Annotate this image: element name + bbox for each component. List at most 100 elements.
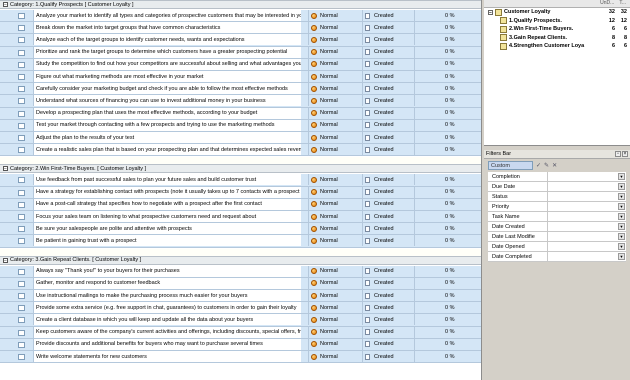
task-completion[interactable]: 0 %	[414, 71, 481, 82]
task-completion[interactable]: 0 %	[414, 83, 481, 95]
task-row[interactable]: Use instructional mailings to make the p…	[0, 290, 481, 303]
task-priority[interactable]: Normal	[308, 83, 362, 95]
tree-category-item[interactable]: 3.Gain Repeat Clients. 8 8	[484, 34, 630, 43]
filter-row[interactable]: Date Last Modifie ▼	[488, 232, 626, 242]
task-row[interactable]: Analyze each of the target groups to ide…	[0, 34, 481, 47]
task-priority[interactable]: Normal	[308, 144, 362, 156]
task-priority[interactable]: Normal	[308, 211, 362, 222]
task-priority[interactable]: Normal	[308, 198, 362, 210]
task-completion[interactable]: 0 %	[414, 107, 481, 119]
filter-row[interactable]: Date Completed ▼	[488, 252, 626, 262]
task-status[interactable]: Created	[362, 314, 414, 326]
task-completion[interactable]: 0 %	[414, 58, 481, 70]
task-row[interactable]: Figure out what marketing methods are mo…	[0, 71, 481, 84]
task-name[interactable]: Create a client database in which you wi…	[33, 314, 301, 326]
task-completion[interactable]: 0 %	[414, 302, 481, 314]
task-completion[interactable]: 0 %	[414, 211, 481, 222]
task-priority[interactable]: Normal	[308, 302, 362, 314]
dropdown-arrow-icon[interactable]: ▼	[618, 193, 625, 200]
task-checkbox[interactable]	[18, 293, 25, 299]
task-status[interactable]: Created	[362, 132, 414, 143]
task-name[interactable]: Analyze each of the target groups to ide…	[33, 34, 301, 46]
clear-filter-icon[interactable]: ✕	[552, 162, 557, 169]
task-name[interactable]: Adjust the plan to the results of your t…	[33, 132, 301, 143]
task-checkbox[interactable]	[18, 25, 25, 32]
task-row[interactable]: Always say "Thank you!" to your buyers f…	[0, 265, 481, 278]
task-checkbox[interactable]	[18, 226, 25, 233]
task-row[interactable]: Focus your sales team on listening to wh…	[0, 211, 481, 224]
task-completion[interactable]: 0 %	[414, 10, 481, 21]
task-status[interactable]: Created	[362, 10, 414, 21]
task-checkbox[interactable]	[18, 238, 25, 245]
task-name[interactable]: Gather, monitor and respond to customer …	[33, 277, 301, 289]
task-name[interactable]: Figure out what marketing methods are mo…	[33, 71, 301, 82]
task-priority[interactable]: Normal	[308, 265, 362, 277]
dropdown-arrow-icon[interactable]: ▼	[618, 253, 625, 260]
task-completion[interactable]: 0 %	[414, 314, 481, 326]
task-priority[interactable]: Normal	[308, 290, 362, 301]
task-name[interactable]: Understand what sources of financing you…	[33, 95, 301, 107]
task-name[interactable]: Provide some extra service (e.g. free su…	[33, 302, 301, 314]
close-icon[interactable]: ×	[622, 151, 628, 157]
task-completion[interactable]: 0 %	[414, 338, 481, 350]
task-name[interactable]: Have a post-call strategy that specifies…	[33, 198, 301, 210]
task-completion[interactable]: 0 %	[414, 326, 481, 338]
category-header[interactable]: − Category: 2.Win First-Time Buyers. [ Cu…	[0, 164, 481, 174]
task-completion[interactable]: 0 %	[414, 277, 481, 289]
task-row[interactable]: Study the competition to find out how yo…	[0, 58, 481, 71]
task-status[interactable]: Created	[362, 211, 414, 222]
task-row[interactable]: Be sure your salespeople are polite and …	[0, 223, 481, 236]
task-checkbox[interactable]	[18, 341, 25, 348]
task-checkbox[interactable]	[18, 135, 25, 141]
task-row[interactable]: Keep customers aware of the company's cu…	[0, 326, 481, 339]
task-name[interactable]: Develop a prospecting plan that uses the…	[33, 107, 301, 119]
task-status[interactable]: Created	[362, 83, 414, 95]
tree-col-total[interactable]: T...	[619, 0, 626, 7]
task-checkbox[interactable]	[18, 37, 25, 44]
task-status[interactable]: Created	[362, 71, 414, 82]
task-row[interactable]: Provide some extra service (e.g. free su…	[0, 302, 481, 315]
collapse-icon[interactable]: −	[3, 2, 8, 8]
task-row[interactable]: Be patient in gaining trust with a prosp…	[0, 235, 481, 248]
task-priority[interactable]: Normal	[308, 351, 362, 362]
task-checkbox[interactable]	[18, 86, 25, 93]
task-completion[interactable]: 0 %	[414, 144, 481, 156]
task-row[interactable]: Prioritize and rank the target groups to…	[0, 46, 481, 59]
task-priority[interactable]: Normal	[308, 95, 362, 107]
task-status[interactable]: Created	[362, 277, 414, 289]
task-completion[interactable]: 0 %	[414, 351, 481, 362]
task-priority[interactable]: Normal	[308, 58, 362, 70]
task-completion[interactable]: 0 %	[414, 186, 481, 198]
task-name[interactable]: Provide discounts and additional benefit…	[33, 338, 301, 350]
filter-row[interactable]: Due Date ▼	[488, 182, 626, 192]
pin-icon[interactable]: ▫	[615, 151, 621, 157]
filter-row[interactable]: Completion ▼	[488, 172, 626, 182]
task-name[interactable]: Write welcome statements for new custome…	[33, 351, 301, 362]
task-checkbox[interactable]	[18, 280, 25, 287]
task-status[interactable]: Created	[362, 107, 414, 119]
task-row[interactable]: Analyze your market to identify all type…	[0, 10, 481, 23]
task-checkbox[interactable]	[18, 354, 25, 360]
task-status[interactable]: Created	[362, 95, 414, 107]
task-completion[interactable]: 0 %	[414, 95, 481, 107]
task-checkbox[interactable]	[18, 201, 25, 208]
task-checkbox[interactable]	[18, 305, 25, 312]
task-row[interactable]: Provide discounts and additional benefit…	[0, 338, 481, 351]
filter-row[interactable]: Date Created ▼	[488, 222, 626, 232]
task-completion[interactable]: 0 %	[414, 235, 481, 247]
task-checkbox[interactable]	[18, 177, 25, 184]
collapse-icon[interactable]: −	[488, 9, 493, 15]
task-completion[interactable]: 0 %	[414, 34, 481, 46]
dropdown-arrow-icon[interactable]: ▼	[618, 173, 625, 180]
task-checkbox[interactable]	[18, 98, 25, 105]
task-row[interactable]: Break down the market into target groups…	[0, 22, 481, 35]
task-checkbox[interactable]	[18, 214, 25, 220]
dropdown-arrow-icon[interactable]: ▼	[618, 203, 625, 210]
task-priority[interactable]: Normal	[308, 46, 362, 58]
task-name[interactable]: Use feedback from past successful sales …	[33, 174, 301, 186]
tree-category-item[interactable]: 4.Strengthen Customer Loya 6 6	[484, 42, 630, 51]
task-checkbox[interactable]	[18, 122, 25, 129]
task-name[interactable]: Test your market through contacting with…	[33, 119, 301, 131]
task-name[interactable]: Create a realistic sales plan that is ba…	[33, 144, 301, 156]
edit-filter-icon[interactable]: ✎	[544, 162, 549, 169]
